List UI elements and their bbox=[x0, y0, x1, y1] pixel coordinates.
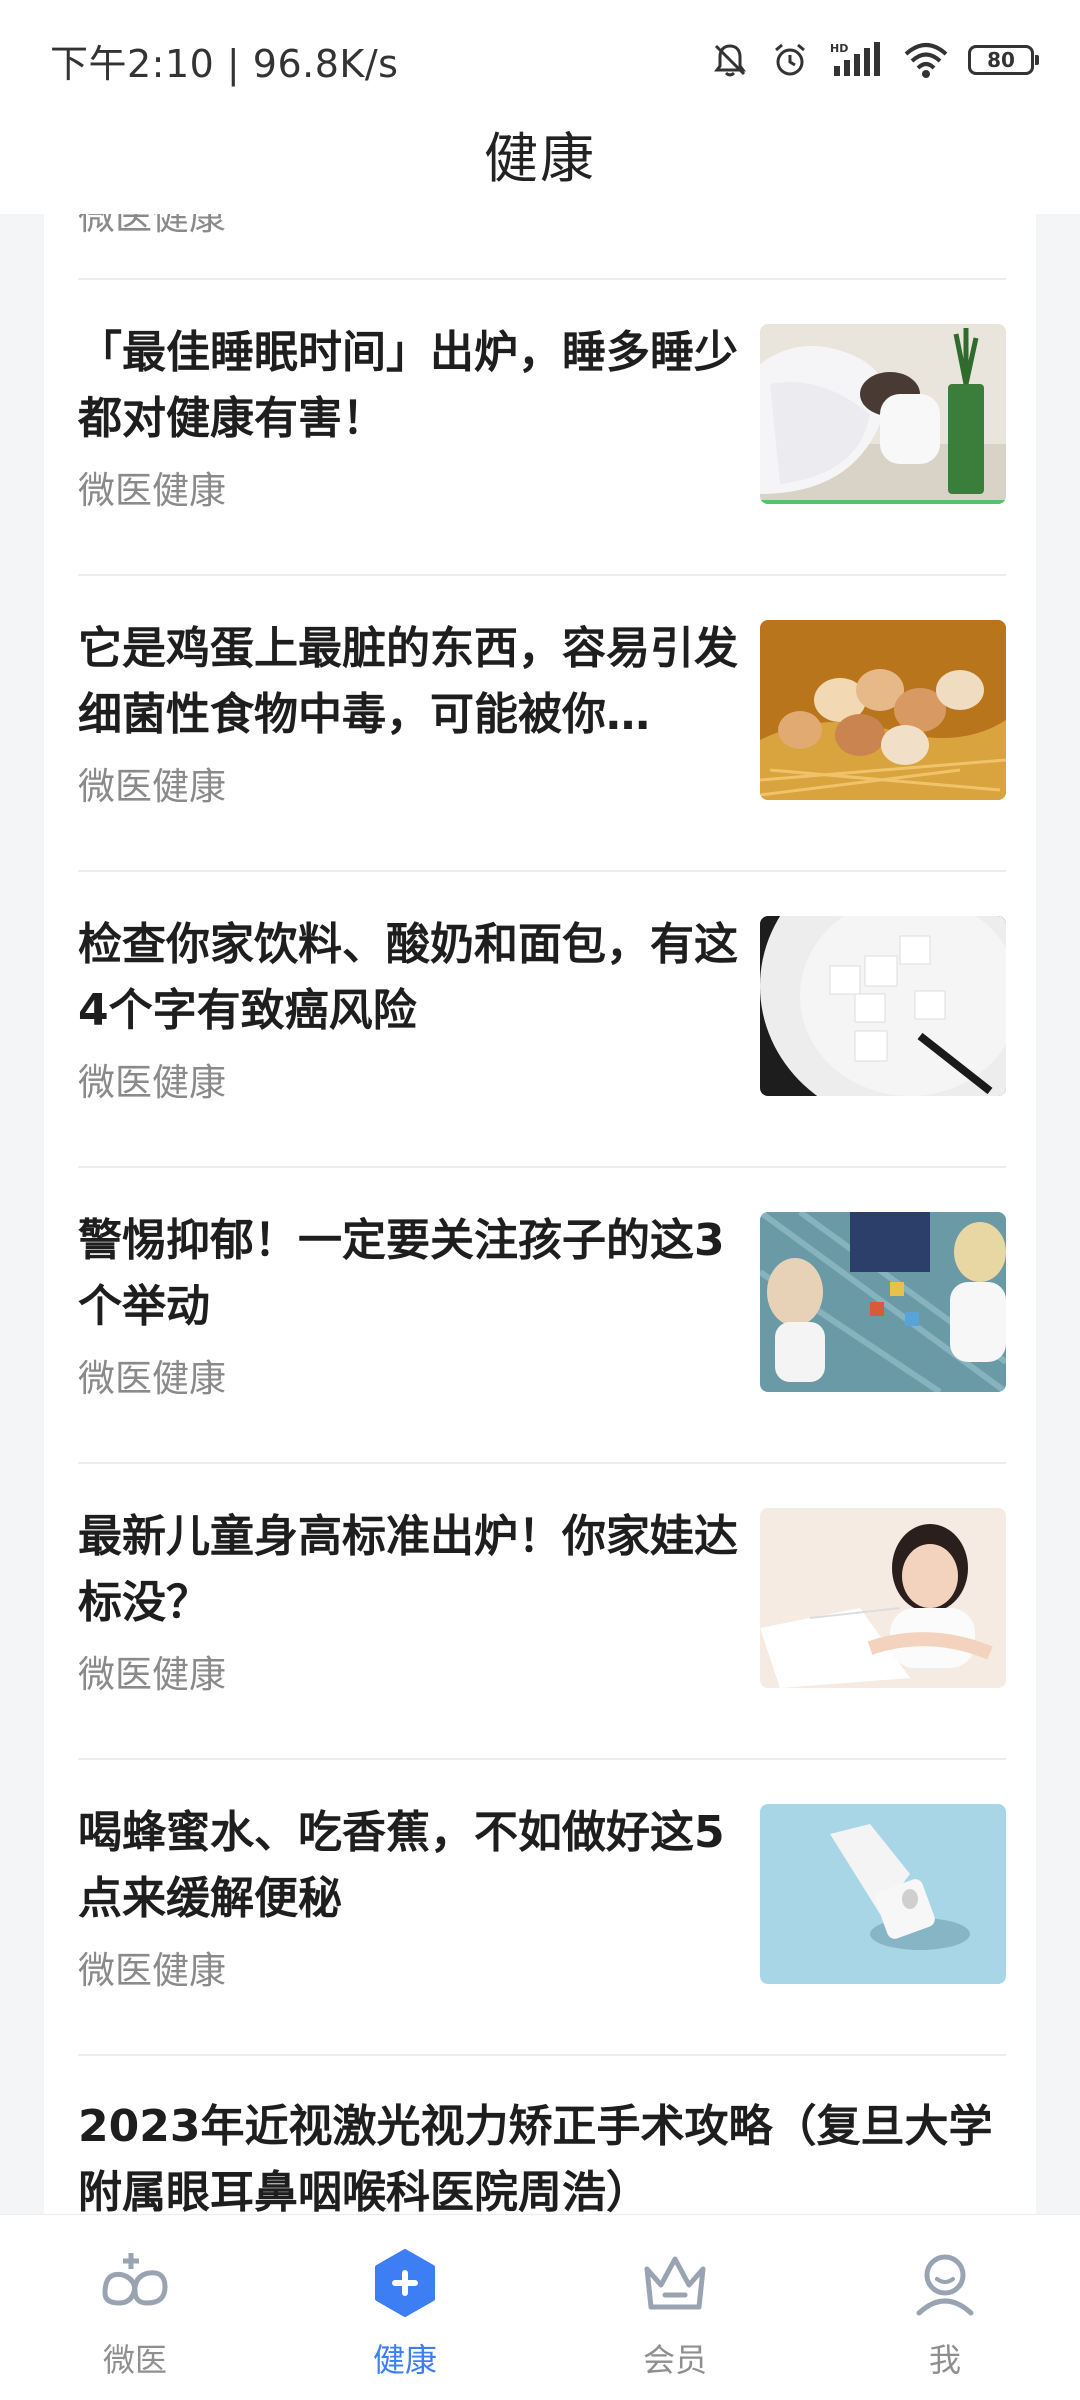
smiling-girl-image[interactable] bbox=[760, 1508, 1006, 1688]
article-item[interactable]: 喝蜂蜜水、吃香蕉，不如做好这5点来缓解便秘 微医健康 bbox=[78, 1760, 1006, 2054]
tab-label: 微医 bbox=[102, 2341, 167, 2379]
partial-article-source: 微医健康 bbox=[78, 214, 226, 238]
tab-member[interactable]: 会员 bbox=[540, 2215, 810, 2400]
article-item[interactable]: 它是鸡蛋上最脏的东西，容易引发细菌性食物中毒，可能被你… 微医健康 bbox=[78, 576, 1006, 870]
article-list[interactable]: 微医健康 「最佳睡眠时间」出炉，睡多睡少都对健康有害！ 微医健康 它是鸡蛋上最脏… bbox=[44, 214, 1036, 2214]
wifi-icon bbox=[904, 43, 948, 78]
hd-signal-icon: HD bbox=[830, 42, 880, 76]
toilet-paper-image[interactable] bbox=[760, 1804, 1006, 1984]
article-source: 微医健康 bbox=[78, 1949, 226, 1992]
article-title[interactable]: 检查你家饮料、酸奶和面包，有这4个字有致癌风险 bbox=[78, 912, 768, 1044]
sleeping-person-image[interactable] bbox=[760, 324, 1006, 504]
alarm-icon bbox=[775, 43, 805, 76]
tab-label: 我 bbox=[928, 2341, 961, 2379]
tab-weiyi[interactable]: 微医 bbox=[0, 2215, 270, 2400]
status-time-speed: 下午2:10 | 96.8K/s bbox=[50, 41, 399, 86]
sugar-cubes-image[interactable] bbox=[760, 916, 1006, 1096]
bell-muted-icon bbox=[714, 44, 746, 77]
eggs-in-straw-image[interactable] bbox=[760, 620, 1006, 800]
article-source: 微医健康 bbox=[78, 765, 226, 808]
article-item[interactable]: 检查你家饮料、酸奶和面包，有这4个字有致癌风险 微医健康 bbox=[78, 872, 1006, 1166]
user-icon bbox=[916, 2254, 974, 2316]
article-title[interactable]: 「最佳睡眠时间」出炉，睡多睡少都对健康有害！ bbox=[78, 320, 768, 452]
divider bbox=[78, 2054, 1006, 2056]
article-title[interactable]: 喝蜂蜜水、吃香蕉，不如做好这5点来缓解便秘 bbox=[78, 1800, 768, 1932]
tab-label: 健康 bbox=[372, 2341, 437, 2379]
article-source: 微医健康 bbox=[78, 469, 226, 512]
page-header: 健康 bbox=[0, 120, 1080, 214]
bottom-tab-bar: 微医 健康 会员 我 bbox=[0, 2214, 1080, 2400]
article-item[interactable]: 最新儿童身高标准出炉！你家娃达标没？ 微医健康 bbox=[78, 1464, 1006, 1758]
tab-me[interactable]: 我 bbox=[810, 2215, 1080, 2400]
article-source: 微医健康 bbox=[78, 1653, 226, 1696]
status-icons: HD 80 bbox=[710, 40, 1039, 80]
health-plus-icon bbox=[375, 2249, 435, 2317]
article-item[interactable]: 警惕抑郁！一定要关注孩子的这3个举动 微医健康 bbox=[78, 1168, 1006, 1462]
children-playing-image[interactable] bbox=[760, 1212, 1006, 1392]
article-source: 微医健康 bbox=[78, 1061, 226, 1104]
status-bar: 下午2:10 | 96.8K/s HD 80 bbox=[0, 0, 1080, 120]
weiyi-logo-icon bbox=[102, 2253, 168, 2306]
crown-icon bbox=[644, 2256, 706, 2310]
svg-text:HD: HD bbox=[830, 42, 848, 55]
battery-icon: 80 bbox=[968, 45, 1039, 75]
article-title[interactable]: 2023年近视激光视力矫正手术攻略（复旦大学附属眼耳鼻咽喉科医院周浩） bbox=[78, 2094, 1006, 2214]
article-title[interactable]: 它是鸡蛋上最脏的东西，容易引发细菌性食物中毒，可能被你… bbox=[78, 616, 768, 748]
page-title: 健康 bbox=[484, 127, 596, 190]
tab-health[interactable]: 健康 bbox=[270, 2215, 540, 2400]
article-title[interactable]: 警惕抑郁！一定要关注孩子的这3个举动 bbox=[78, 1208, 768, 1340]
article-source: 微医健康 bbox=[78, 1357, 226, 1400]
article-item[interactable]: 「最佳睡眠时间」出炉，睡多睡少都对健康有害！ 微医健康 bbox=[78, 280, 1006, 574]
tab-label: 会员 bbox=[642, 2341, 707, 2379]
article-title[interactable]: 最新儿童身高标准出炉！你家娃达标没？ bbox=[78, 1504, 768, 1636]
